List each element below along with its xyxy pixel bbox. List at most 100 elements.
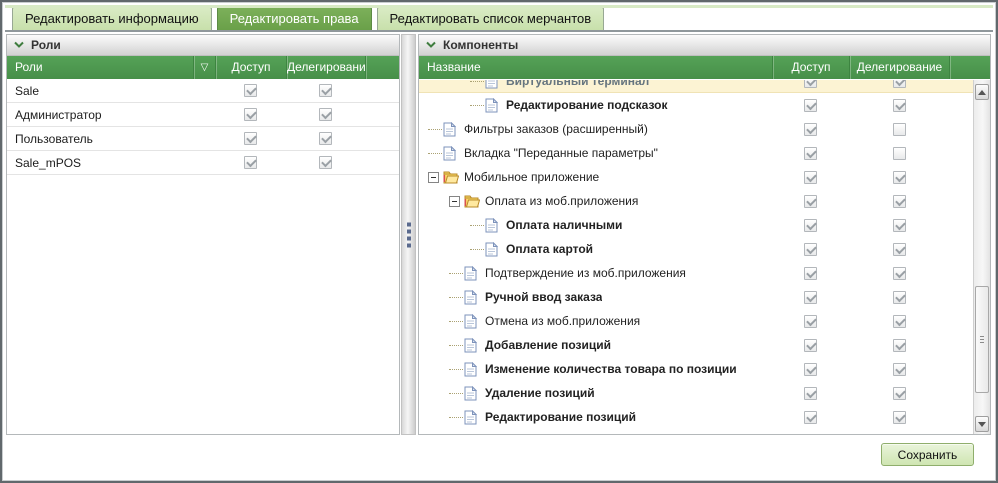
access-checkbox[interactable] — [804, 80, 817, 88]
delegation-checkbox[interactable] — [319, 132, 332, 145]
component-tree-row[interactable]: Изменение количества товара по позиции — [419, 357, 973, 381]
delegation-checkbox[interactable] — [893, 411, 906, 424]
delegation-checkbox[interactable] — [319, 84, 332, 97]
delegation-checkbox[interactable] — [319, 108, 332, 121]
access-checkbox[interactable] — [804, 387, 817, 400]
panel-splitter[interactable] — [401, 34, 416, 435]
component-tree-row[interactable]: Добавление позиций — [419, 333, 973, 357]
access-checkbox[interactable] — [804, 99, 817, 112]
scroll-up-button[interactable] — [975, 84, 989, 100]
tree-connector-line — [449, 369, 463, 370]
delegation-checkbox[interactable] — [893, 219, 906, 232]
scrollbar-thumb[interactable] — [975, 286, 989, 393]
collapse-chevron-icon[interactable] — [426, 41, 436, 49]
component-tree-row[interactable]: Фильтры заказов (расширенный) — [419, 117, 973, 141]
component-tree-row[interactable]: Оплата из моб.приложения — [419, 189, 973, 213]
tab-edit-merchant-list[interactable]: Редактировать список мерчантов — [377, 7, 605, 30]
component-tree-row[interactable]: Вкладки детализации операции (расширенны… — [419, 429, 973, 434]
roles-table-body: Sale Администратор Пользователь Sale_mPO… — [7, 79, 399, 175]
component-tree-row[interactable]: Отмена из моб.приложения — [419, 309, 973, 333]
access-checkbox[interactable] — [804, 219, 817, 232]
arrow-down-icon — [978, 422, 986, 427]
delegation-checkbox[interactable] — [893, 243, 906, 256]
access-checkbox[interactable] — [804, 339, 817, 352]
components-col-access[interactable]: Доступ — [772, 56, 849, 79]
component-tree-row[interactable]: Оплата наличными — [419, 213, 973, 237]
component-label: Подтверждение из моб.приложения — [485, 266, 686, 280]
document-icon — [464, 410, 480, 425]
document-icon — [464, 362, 480, 377]
access-checkbox[interactable] — [804, 123, 817, 136]
component-label: Оплата из моб.приложения — [485, 194, 638, 208]
access-checkbox[interactable] — [804, 267, 817, 280]
delegation-checkbox[interactable] — [893, 99, 906, 112]
role-table-row[interactable]: Sale — [7, 79, 399, 103]
delegation-checkbox[interactable] — [893, 387, 906, 400]
collapse-chevron-icon[interactable] — [14, 41, 24, 49]
delegation-checkbox[interactable] — [893, 315, 906, 328]
access-checkbox[interactable] — [804, 195, 817, 208]
tree-connector-line — [470, 249, 484, 250]
access-checkbox[interactable] — [804, 147, 817, 160]
role-name: Пользователь — [7, 132, 193, 146]
access-checkbox[interactable] — [804, 411, 817, 424]
access-checkbox[interactable] — [244, 156, 257, 169]
tab-edit-info[interactable]: Редактировать информацию — [12, 7, 212, 30]
delegation-checkbox[interactable] — [893, 195, 906, 208]
tab-edit-rights[interactable]: Редактировать права — [217, 7, 372, 30]
tree-collapse-toggle-icon[interactable] — [449, 196, 460, 207]
access-checkbox[interactable] — [804, 243, 817, 256]
folder-icon — [464, 194, 480, 209]
vertical-scrollbar[interactable] — [973, 80, 990, 434]
folder-icon — [443, 170, 459, 185]
filter-icon[interactable]: ▽ — [193, 56, 215, 79]
delegation-checkbox[interactable] — [893, 80, 906, 88]
component-label: Отмена из моб.приложения — [485, 314, 640, 328]
splitter-grip-icon — [407, 222, 411, 247]
delegation-checkbox[interactable] — [893, 123, 906, 136]
scroll-down-button[interactable] — [975, 416, 989, 432]
component-tree-row[interactable]: Редактирование позиций — [419, 405, 973, 429]
delegation-checkbox[interactable] — [319, 156, 332, 169]
delegation-checkbox[interactable] — [893, 291, 906, 304]
components-panel-title: Компоненты — [443, 38, 518, 52]
delegation-checkbox[interactable] — [893, 339, 906, 352]
component-label: Удаление позиций — [485, 386, 595, 400]
component-label: Вкладка "Переданные параметры" — [464, 146, 658, 160]
access-checkbox[interactable] — [244, 84, 257, 97]
delegation-checkbox[interactable] — [893, 267, 906, 280]
component-tree-row[interactable]: Мобильное приложение — [419, 165, 973, 189]
roles-col-access[interactable]: Доступ — [215, 56, 286, 79]
delegation-checkbox[interactable] — [893, 171, 906, 184]
role-table-row[interactable]: Администратор — [7, 103, 399, 127]
component-tree-row[interactable]: Виртуальный терминал — [419, 80, 973, 93]
components-panel-header[interactable]: Компоненты — [419, 35, 990, 56]
access-checkbox[interactable] — [804, 315, 817, 328]
component-tree-row[interactable]: Оплата картой — [419, 237, 973, 261]
access-checkbox[interactable] — [804, 291, 817, 304]
delegation-checkbox[interactable] — [893, 147, 906, 160]
component-tree-row[interactable]: Вкладка "Переданные параметры" — [419, 141, 973, 165]
access-checkbox[interactable] — [244, 132, 257, 145]
roles-col-name[interactable]: Роли — [7, 56, 193, 79]
components-col-delegation[interactable]: Делегирование — [849, 56, 949, 79]
tree-collapse-toggle-icon[interactable] — [428, 172, 439, 183]
roles-col-delegation[interactable]: Делегирование — [286, 56, 365, 79]
access-checkbox[interactable] — [804, 171, 817, 184]
tree-connector-line — [428, 129, 442, 130]
components-col-filler — [949, 56, 990, 79]
access-checkbox[interactable] — [804, 363, 817, 376]
save-button[interactable]: Сохранить — [881, 443, 974, 466]
role-name: Sale_mPOS — [7, 156, 193, 170]
role-table-row[interactable]: Sale_mPOS — [7, 151, 399, 175]
component-tree-row[interactable]: Удаление позиций — [419, 381, 973, 405]
components-col-name[interactable]: Название — [419, 56, 772, 79]
role-table-row[interactable]: Пользователь — [7, 127, 399, 151]
component-tree-row[interactable]: Ручной ввод заказа — [419, 285, 973, 309]
component-tree-row[interactable]: Редактирование подсказок — [419, 93, 973, 117]
access-checkbox[interactable] — [244, 108, 257, 121]
roles-panel-header[interactable]: Роли — [7, 35, 399, 56]
component-tree-row[interactable]: Подтверждение из моб.приложения — [419, 261, 973, 285]
delegation-checkbox[interactable] — [893, 363, 906, 376]
roles-col-filler — [365, 56, 399, 79]
